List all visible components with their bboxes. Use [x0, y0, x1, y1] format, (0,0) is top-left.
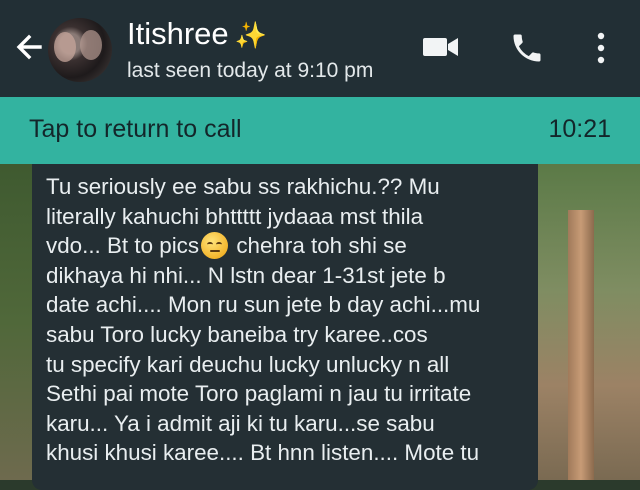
message-line-part: chehra toh shi se [236, 233, 407, 259]
sparkles-emoji: ✨ [234, 20, 268, 50]
message-line: Sethi pai mote Toro paglami n jau tu irr… [46, 381, 472, 407]
unamused-face-emoji-icon [201, 232, 229, 260]
call-duration: 10:21 [548, 115, 611, 143]
video-call-icon[interactable] [421, 30, 461, 69]
contact-avatar[interactable] [48, 18, 112, 82]
message-line: vdo... Bt to pics chehra toh shi se [46, 231, 536, 261]
more-vert-icon[interactable] [594, 30, 608, 71]
message-line: karu... Ya i admit aji ki tu karu...se s… [46, 410, 435, 436]
message-line: tu specify kari deuchu lucky unlucky n a… [46, 351, 450, 377]
last-seen-status: last seen today at 9:10 pm [127, 59, 374, 82]
return-to-call-label: Tap to return to call [29, 115, 242, 143]
contact-name[interactable]: Itishree ✨ [127, 16, 267, 52]
phone-icon[interactable] [509, 30, 545, 71]
wallpaper-tree-trunk [568, 210, 594, 480]
message-line: literally kahuchi bhttttt jydaaa mst thi… [46, 203, 424, 229]
message-line-part: vdo... Bt to pics [46, 233, 200, 259]
message-line: date achi.... Mon ru sun jete b day achi… [46, 292, 481, 318]
message-line: khusi khusi karee.... Bt hnn listen.... … [46, 440, 480, 466]
message-line: dikhaya hi nhi... N lstn dear 1-31st jet… [46, 262, 446, 288]
return-to-call-banner[interactable]: Tap to return to call 10:21 [0, 97, 640, 164]
contact-name-text: Itishree [127, 16, 229, 51]
message-line: Tu seriously ee sabu ss rakhichu.?? Mu [46, 174, 440, 199]
chat-header: Itishree ✨ last seen today at 9:10 pm [0, 0, 640, 97]
message-text: Tu seriously ee sabu ss rakhichu.?? Mu l… [46, 172, 536, 468]
back-arrow-icon[interactable] [12, 30, 46, 64]
message-line: sabu Toro lucky baneiba try karee..cos [46, 321, 428, 347]
